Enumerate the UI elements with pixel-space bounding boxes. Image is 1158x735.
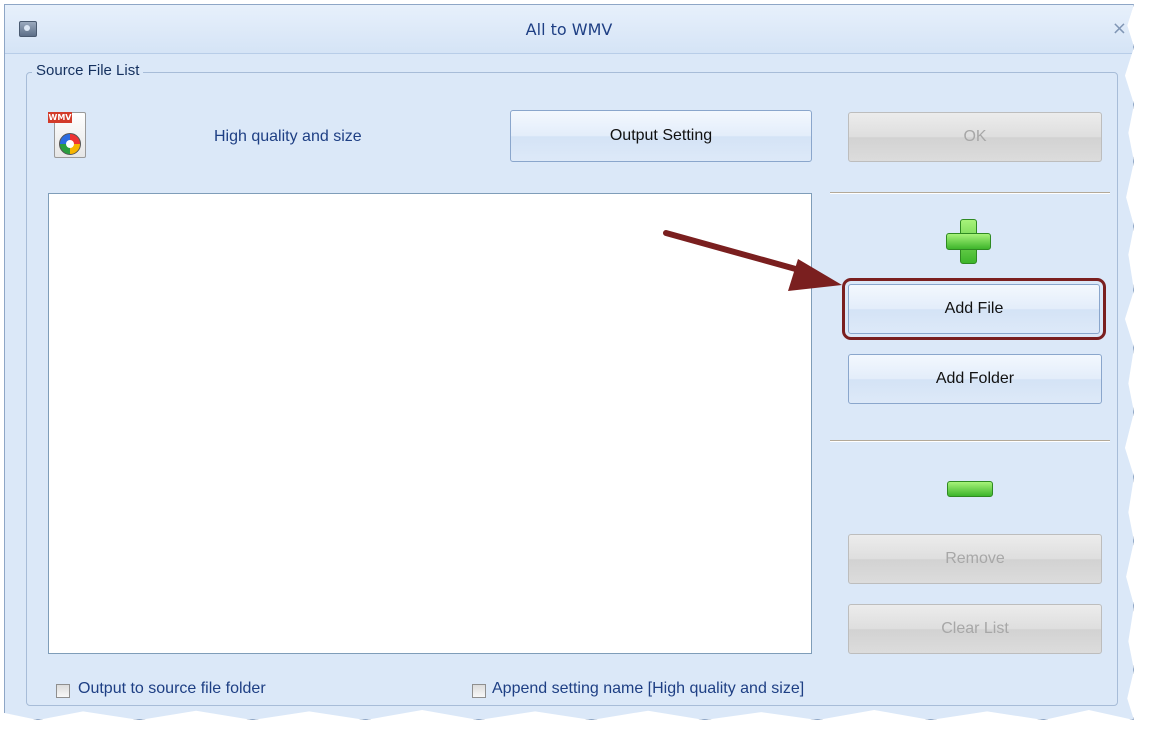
minus-icon bbox=[947, 481, 993, 497]
quality-label: High quality and size bbox=[214, 128, 362, 145]
append-setting-label[interactable]: Append setting name [High quality and si… bbox=[492, 680, 804, 698]
wmv-file-icon: WMV bbox=[48, 110, 88, 160]
add-file-button[interactable]: Add File bbox=[842, 278, 1106, 340]
group-legend: Source File List bbox=[32, 62, 144, 79]
append-setting-checkbox[interactable] bbox=[472, 684, 486, 698]
wmv-tag: WMV bbox=[48, 112, 72, 123]
annotation-arrow-icon bbox=[663, 230, 842, 291]
output-to-source-checkbox[interactable] bbox=[56, 684, 70, 698]
add-folder-button[interactable]: Add Folder bbox=[848, 354, 1102, 404]
title-bar[interactable]: All to WMV × bbox=[5, 5, 1133, 54]
close-icon[interactable]: × bbox=[1112, 18, 1127, 39]
separator bbox=[830, 192, 1110, 194]
output-to-source-label[interactable]: Output to source file folder bbox=[78, 680, 266, 698]
separator bbox=[830, 440, 1110, 442]
plus-horizontal-bar bbox=[946, 233, 991, 250]
media-disc-icon bbox=[59, 133, 81, 155]
window-title: All to WMV bbox=[525, 20, 613, 39]
remove-button[interactable]: Remove bbox=[848, 534, 1102, 584]
output-setting-button[interactable]: Output Setting bbox=[510, 110, 812, 162]
clear-list-button[interactable]: Clear List bbox=[848, 604, 1102, 654]
ok-button[interactable]: OK bbox=[848, 112, 1102, 162]
plus-icon bbox=[946, 219, 991, 264]
